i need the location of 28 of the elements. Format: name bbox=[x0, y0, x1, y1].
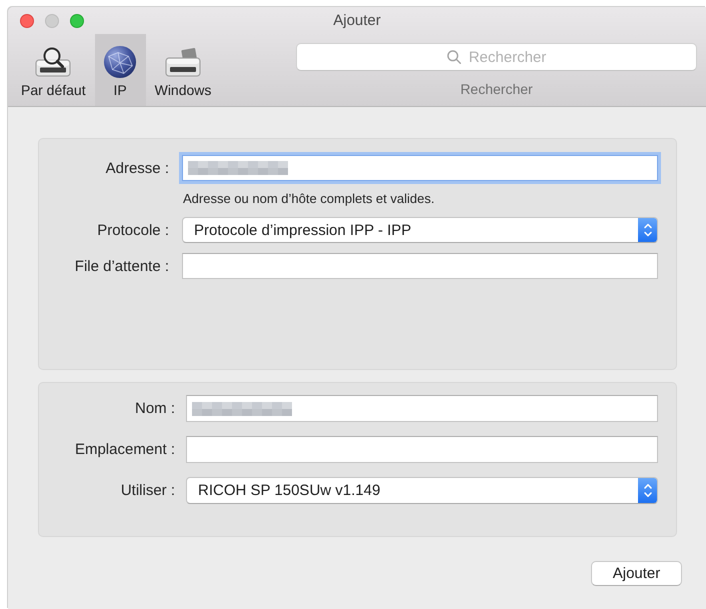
field-label: Utiliser : bbox=[120, 482, 175, 499]
close-button[interactable] bbox=[20, 14, 34, 28]
search-icon bbox=[446, 50, 460, 64]
printer-icon bbox=[163, 47, 203, 77]
field-label: Adresse : bbox=[106, 160, 169, 176]
stepper-icon bbox=[638, 218, 657, 242]
window-title: Ajouter bbox=[333, 12, 381, 29]
field-label: Emplacement : bbox=[74, 441, 175, 458]
popup-button[interactable]: RICOH SP 150SUw v1.149 bbox=[186, 477, 658, 504]
printer-magnifier-icon bbox=[33, 47, 74, 77]
search-label: Rechercher bbox=[460, 81, 533, 97]
globe-icon bbox=[103, 45, 138, 79]
field-label: Protocole : bbox=[97, 222, 169, 238]
popup-button[interactable]: Protocole d’impression IPP - IPP bbox=[182, 217, 658, 243]
add-button[interactable]: Ajouter bbox=[591, 561, 682, 586]
toolbar-button[interactable]: IP bbox=[94, 34, 146, 106]
text-field[interactable] bbox=[182, 155, 658, 181]
text-field[interactable] bbox=[182, 253, 658, 279]
toolbar-button[interactable]: Windows bbox=[148, 34, 218, 106]
toolbar-button[interactable]: Par défaut bbox=[14, 34, 93, 106]
field-label: File d’attente : bbox=[74, 258, 169, 274]
field-hint: Adresse ou nom d’hôte complets et valides. bbox=[182, 191, 436, 207]
field-label: Nom : bbox=[134, 400, 175, 417]
zoom-button[interactable] bbox=[70, 14, 84, 28]
text-field[interactable] bbox=[186, 395, 658, 422]
search-field[interactable]: Rechercher bbox=[296, 43, 697, 71]
text-field[interactable] bbox=[186, 436, 658, 463]
stepper-icon bbox=[638, 478, 657, 503]
